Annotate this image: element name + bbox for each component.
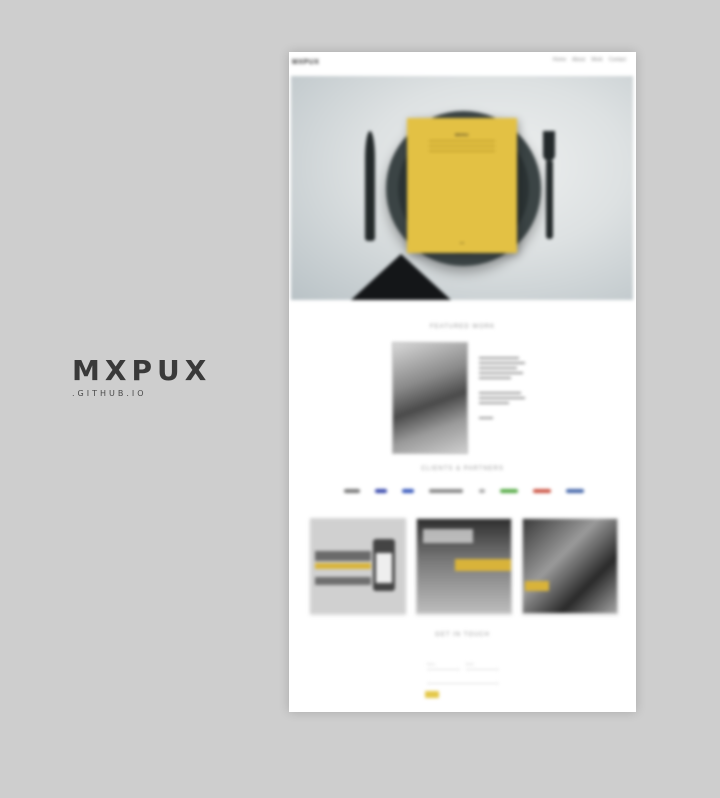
section-title-clients: CLIENTS & PARTNERS xyxy=(421,466,504,472)
portfolio-thumb-1[interactable] xyxy=(310,518,406,614)
client-logo-1 xyxy=(344,489,360,493)
menu-card-title: MENU xyxy=(455,132,469,137)
section-title-contact: GET IN TOUCH xyxy=(435,632,490,638)
nav-item-about[interactable]: About xyxy=(572,57,585,63)
client-logo-2 xyxy=(375,489,388,493)
brand-logo: MXPUX xyxy=(72,354,212,387)
menu-card-footer: ••• xyxy=(459,240,465,245)
table-shape-left xyxy=(351,254,451,300)
section-title-featured: FEATURED WORK xyxy=(429,324,496,330)
site-logo[interactable]: MXPUX xyxy=(292,59,319,66)
client-logo-7 xyxy=(532,489,551,493)
hero-image: MENU ••• xyxy=(291,76,633,300)
menu-card-graphic: MENU ••• xyxy=(407,118,517,253)
fork-graphic xyxy=(543,131,555,241)
portfolio-thumb-2[interactable] xyxy=(416,518,512,614)
message-field[interactable] xyxy=(427,676,499,684)
contact-form: Name Email xyxy=(425,662,499,698)
portfolio-thumb-3[interactable] xyxy=(522,518,618,614)
client-logo-5 xyxy=(478,489,485,493)
preview-content: MXPUX Home About Work Contact MENU ••• F… xyxy=(289,52,636,712)
featured-text xyxy=(479,357,529,422)
client-logos xyxy=(344,489,584,493)
website-preview: MXPUX Home About Work Contact MENU ••• F… xyxy=(289,52,636,712)
portfolio-thumbnails xyxy=(310,518,618,614)
knife-graphic xyxy=(365,131,375,241)
preview-topbar: MXPUX Home About Work Contact xyxy=(289,52,636,74)
site-nav: Home About Work Contact xyxy=(553,57,626,63)
name-field[interactable]: Name xyxy=(427,662,460,670)
submit-button[interactable] xyxy=(425,691,439,698)
nav-item-home[interactable]: Home xyxy=(553,57,566,63)
email-field[interactable]: Email xyxy=(466,662,499,670)
client-logo-8 xyxy=(565,489,584,493)
client-logo-3 xyxy=(402,489,415,493)
brand-block: MXPUX .GITHUB.IO xyxy=(72,354,212,399)
client-logo-4 xyxy=(429,489,464,493)
nav-item-contact[interactable]: Contact xyxy=(609,57,626,63)
nav-item-work[interactable]: Work xyxy=(591,57,603,63)
client-logo-6 xyxy=(499,489,518,493)
featured-image[interactable] xyxy=(392,342,468,454)
brand-subtitle: .GITHUB.IO xyxy=(72,389,147,398)
